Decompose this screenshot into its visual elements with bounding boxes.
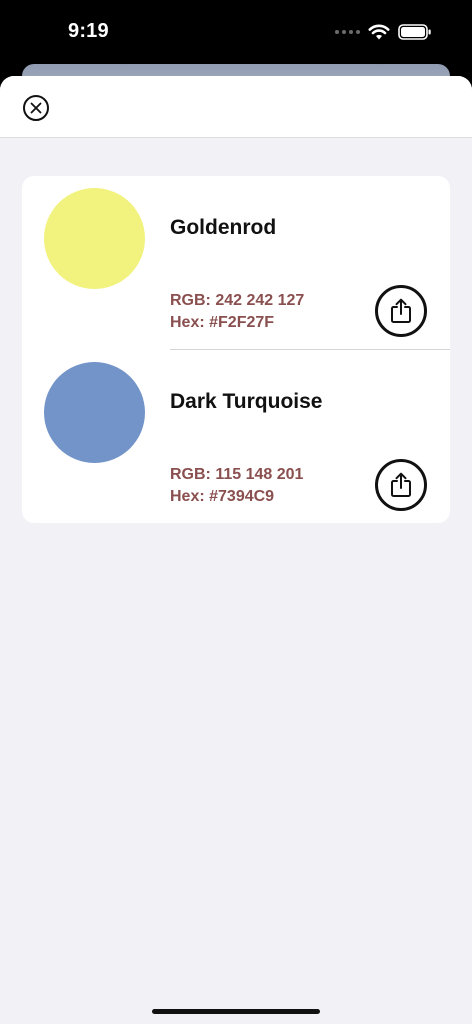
signal-dots-icon [335, 30, 360, 34]
status-icons [335, 22, 432, 42]
rgb-value: RGB: 242 242 127 [170, 292, 305, 309]
status-time: 9:19 [68, 20, 109, 42]
color-values: RGB: 242 242 127 Hex: #F2F27F [170, 290, 304, 334]
color-swatch [44, 362, 145, 463]
wifi-icon [368, 24, 390, 40]
hex-value: Hex: #F2F27F [170, 314, 275, 331]
share-icon [391, 298, 411, 323]
close-icon [30, 102, 42, 114]
share-button[interactable] [375, 285, 427, 337]
battery-icon [398, 24, 431, 40]
close-button[interactable] [23, 95, 49, 121]
color-sheet: Goldenrod RGB: 242 242 127 Hex: #F2F27F … [0, 76, 472, 1024]
color-list-card: Goldenrod RGB: 242 242 127 Hex: #F2F27F … [22, 176, 450, 523]
home-indicator[interactable] [152, 1009, 320, 1014]
share-icon [391, 472, 411, 497]
rgb-value: RGB: 115 148 201 [170, 466, 304, 483]
color-row: Dark Turquoise RGB: 115 148 201 Hex: #73… [22, 350, 450, 524]
status-bar: 9:19 [0, 0, 472, 66]
color-name: Goldenrod [170, 216, 277, 239]
share-button[interactable] [375, 459, 427, 511]
color-name: Dark Turquoise [170, 390, 323, 413]
hex-value: Hex: #7394C9 [170, 488, 275, 505]
color-values: RGB: 115 148 201 Hex: #7394C9 [170, 464, 303, 508]
color-row: Goldenrod RGB: 242 242 127 Hex: #F2F27F [22, 176, 450, 350]
sheet-header [0, 76, 472, 138]
color-swatch [44, 188, 145, 289]
